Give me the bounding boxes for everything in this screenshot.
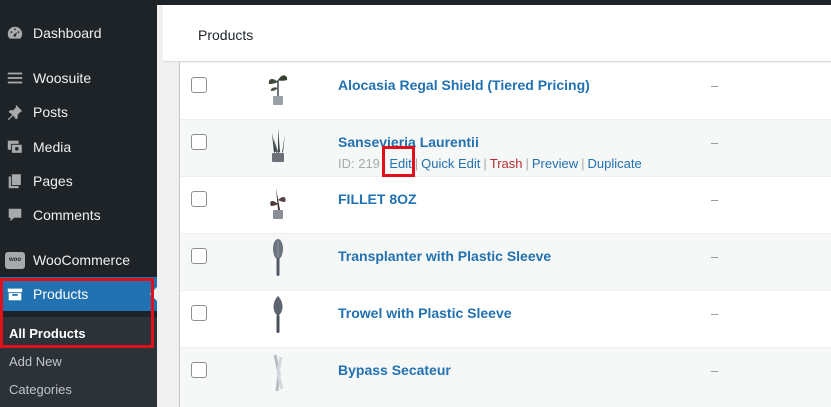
woo-badge: woo [5,251,25,269]
plant-icon[interactable] [258,68,298,108]
active-menu-arrow [150,287,157,301]
submenu-item-all-products[interactable]: All Products [9,326,86,341]
trowel-icon[interactable] [258,296,298,336]
table-row: Transplanter with Plastic Sleeve – [180,233,831,290]
sidebar-item-products[interactable]: Products [0,277,157,311]
row-checkbox[interactable] [191,362,207,378]
dashboard-icon [5,23,25,43]
pages-icon [5,171,25,191]
admin-sidebar: Dashboard Woosuite Posts Media Pages Com… [0,0,157,407]
table-row: Sansevieria Laurentii ID: 219 | Edit | Quick… [180,119,831,176]
separator: | [525,156,529,171]
product-id-label: ID: 219 [338,156,380,171]
separator: | [483,156,487,171]
pin-icon [5,102,25,122]
submenu-item-add-new[interactable]: Add New [9,354,62,369]
woosuite-icon [5,68,25,88]
sidebar-item-media[interactable]: Media [0,130,157,164]
edit-link[interactable]: Edit [389,156,411,171]
sidebar-item-label: Pages [33,173,73,189]
product-name-link[interactable]: Transplanter with Plastic Sleeve [338,248,551,264]
sidebar-item-label: Posts [33,104,69,120]
product-name-link[interactable]: Trowel with Plastic Sleeve [338,305,512,321]
row-checkbox[interactable] [191,305,207,321]
trash-link[interactable]: Trash [490,156,523,171]
product-name-link[interactable]: FILLET 8OZ [338,191,417,207]
cell-empty: – [711,78,719,93]
product-name-link[interactable]: Alocasia Regal Shield (Tiered Pricing) [338,77,590,93]
cell-empty: – [711,363,719,378]
secateur-icon[interactable] [258,353,298,393]
separator: | [382,156,387,171]
page-header: Products [163,5,831,62]
table-row: Alocasia Regal Shield (Tiered Pricing) – [180,62,831,119]
sidebar-item-label: Comments [33,207,101,223]
cell-empty: – [711,249,719,264]
products-table: Alocasia Regal Shield (Tiered Pricing) –… [179,62,831,407]
sidebar-item-dashboard[interactable]: Dashboard [0,16,157,50]
product-name-link[interactable]: Bypass Secateur [338,362,451,378]
table-row: Bypass Secateur – [180,347,831,407]
products-icon [5,284,25,304]
sidebar-item-label: Dashboard [33,25,102,41]
row-actions: ID: 219 | Edit | Quick Edit | Trash | Preview | Du… [338,156,642,171]
quick-edit-link[interactable]: Quick Edit [421,156,480,171]
sidebar-item-posts[interactable]: Posts [0,95,157,129]
table-row: FILLET 8OZ – [180,176,831,233]
cell-empty: – [711,135,719,150]
separator: | [581,156,585,171]
main-content: Products Alocasia Regal Shield (Tiered P… [157,0,831,407]
woocommerce-icon: woo [5,250,25,270]
sidebar-item-label: WooCommerce [33,252,130,268]
media-icon [5,137,25,157]
trowel-icon[interactable] [258,239,298,279]
plant-icon[interactable] [258,182,298,222]
sidebar-item-label: Media [33,139,72,155]
sidebar-item-label: Woosuite [33,70,92,86]
sidebar-item-comments[interactable]: Comments [0,198,157,232]
sidebar-item-woosuite[interactable]: Woosuite [0,61,157,95]
row-checkbox[interactable] [191,134,207,150]
preview-link[interactable]: Preview [532,156,578,171]
row-checkbox[interactable] [191,77,207,93]
row-checkbox[interactable] [191,248,207,264]
page-title: Products [198,27,254,43]
separator: | [414,156,419,171]
table-row: Trowel with Plastic Sleeve – [180,290,831,347]
snake-plant-icon[interactable] [258,125,298,165]
duplicate-link[interactable]: Duplicate [588,156,642,171]
cell-empty: – [711,192,719,207]
product-name-link[interactable]: Sansevieria Laurentii [338,134,479,150]
submenu-item-categories[interactable]: Categories [9,382,72,397]
row-checkbox[interactable] [191,191,207,207]
cell-empty: – [711,306,719,321]
sidebar-item-label: Products [33,286,89,302]
comments-icon [5,205,25,225]
sidebar-item-woocommerce[interactable]: woo WooCommerce [0,243,157,277]
sidebar-item-pages[interactable]: Pages [0,164,157,198]
